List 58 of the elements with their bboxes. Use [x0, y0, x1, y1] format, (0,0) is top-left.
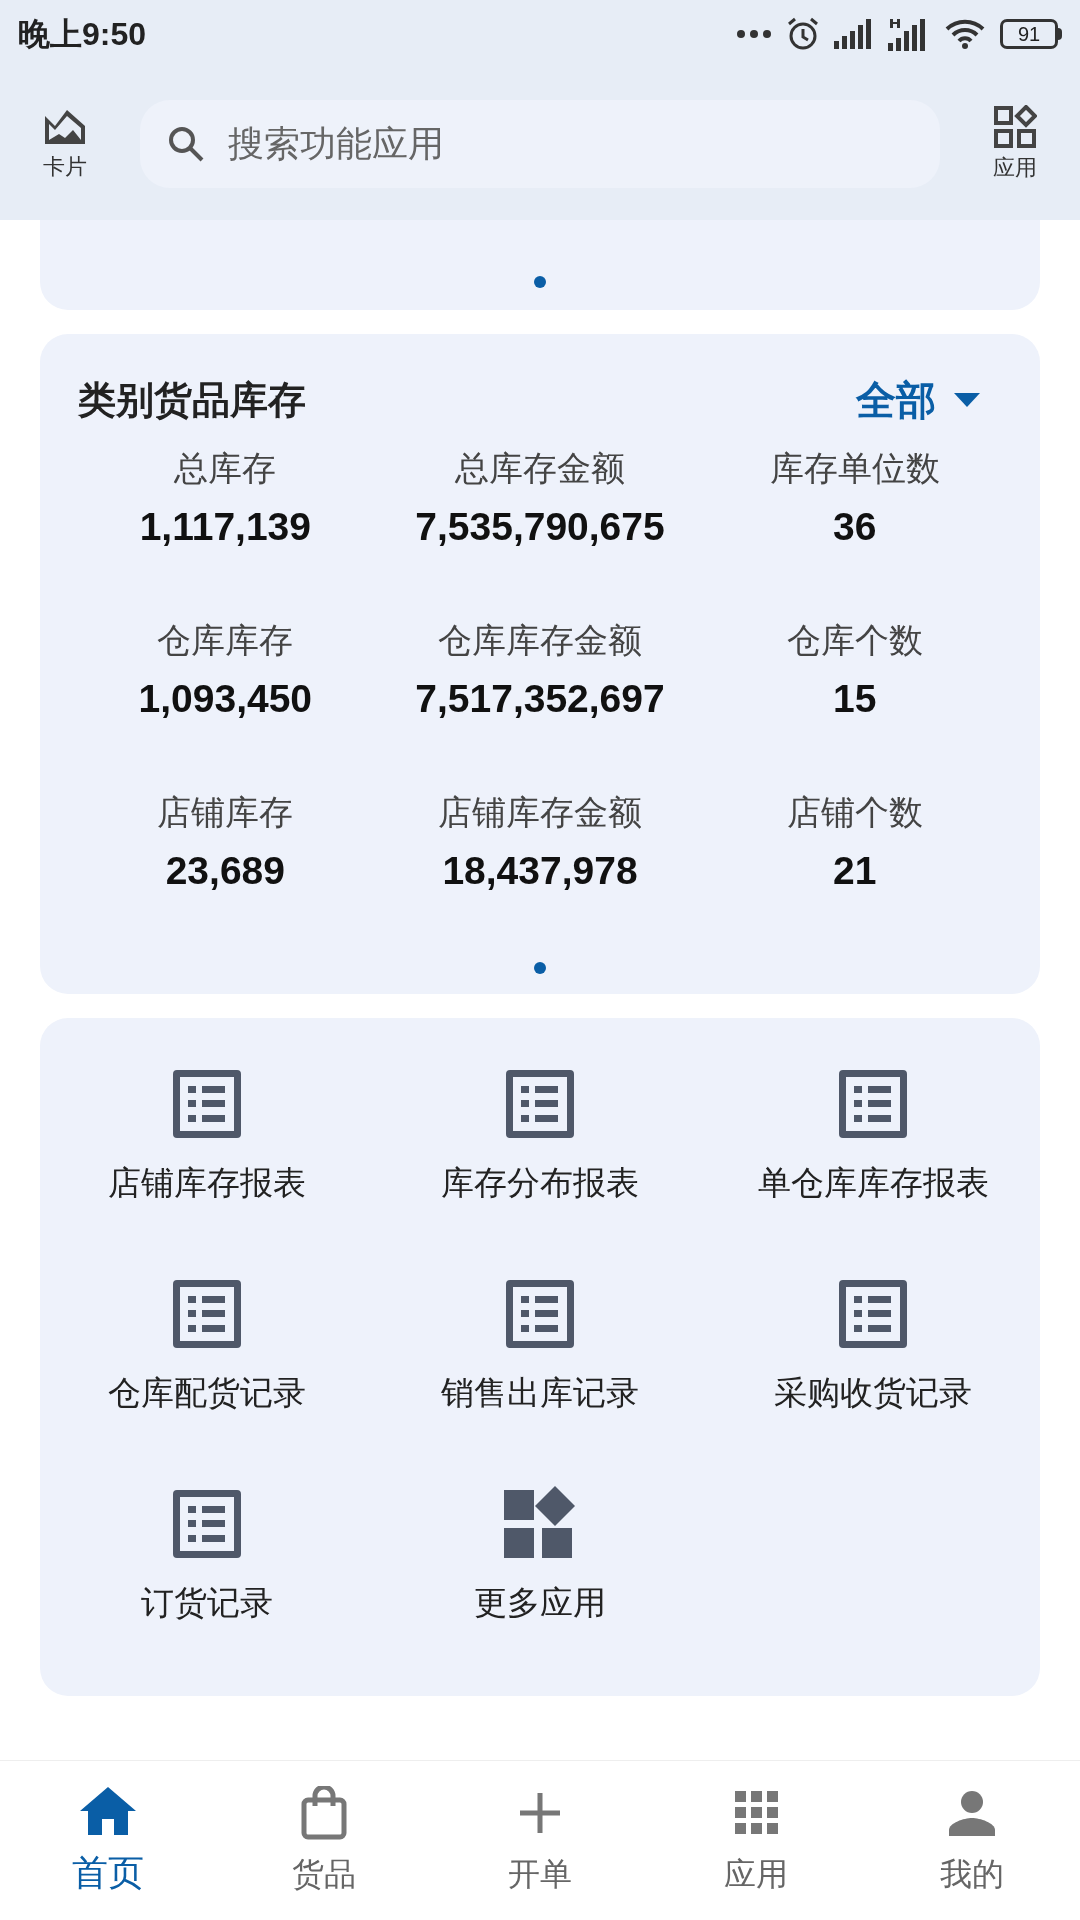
- app-shortcut[interactable]: 库存分布报表: [373, 1048, 707, 1258]
- stat-label: 店铺库存: [157, 792, 294, 833]
- widgets-icon: [504, 1486, 576, 1558]
- bag-icon: [301, 1785, 347, 1840]
- card-title: 类别货品库存: [78, 377, 306, 423]
- signal-icon: [834, 19, 874, 49]
- battery-level: 91: [1017, 24, 1041, 44]
- stat-value: 18,437,978: [442, 848, 638, 894]
- more-dots-icon: [736, 29, 772, 39]
- list-icon: [172, 1070, 241, 1138]
- stat-value: 1,117,139: [139, 504, 311, 550]
- apps-button[interactable]: 应用: [980, 104, 1050, 184]
- nav-tab[interactable]: 应用: [648, 1783, 864, 1898]
- app-shortcut[interactable]: 仓库配货记录: [40, 1258, 374, 1468]
- nav-tab[interactable]: 我的: [864, 1783, 1080, 1898]
- stat-label: 库存单位数: [769, 448, 940, 489]
- list-icon: [172, 1490, 241, 1558]
- stat-label: 仓库库存: [157, 620, 294, 661]
- wifi-icon: [944, 18, 986, 50]
- nav-tab[interactable]: 开单: [432, 1783, 648, 1898]
- stat-value: 36: [832, 504, 877, 550]
- stat-label: 店铺个数: [786, 792, 923, 833]
- plus-icon: [520, 1792, 560, 1833]
- stat-value: 21: [832, 848, 877, 894]
- person-icon: [949, 1789, 995, 1836]
- apps-grid-icon: [993, 104, 1037, 149]
- status-time: 晚上9:50: [18, 15, 147, 54]
- grid-icon: [734, 1791, 778, 1834]
- cards-button[interactable]: 卡片: [30, 105, 100, 183]
- list-icon: [839, 1070, 908, 1138]
- stat-value: 7,535,790,675: [415, 504, 665, 550]
- home-icon: [80, 1786, 136, 1835]
- nav-tab[interactable]: 首页: [0, 1781, 216, 1900]
- stat-value: 7,517,352,697: [415, 676, 665, 722]
- list-icon: [506, 1070, 574, 1138]
- stat-value: 1,093,450: [138, 676, 313, 722]
- list-icon: [839, 1280, 908, 1348]
- alarm-icon: [786, 17, 820, 51]
- stat-value: 15: [832, 676, 877, 722]
- stat-label: 总库存金额: [455, 448, 625, 489]
- stat-label: 仓库库存金额: [438, 620, 642, 661]
- search-icon: [168, 126, 204, 162]
- stat-value: 23,689: [165, 848, 285, 894]
- list-icon: [172, 1280, 241, 1348]
- app-shortcut[interactable]: 销售出库记录: [373, 1258, 707, 1468]
- nav-tab[interactable]: 货品: [216, 1783, 432, 1898]
- stat-label: 总库存: [174, 448, 277, 489]
- filter-dropdown[interactable]: 全部: [856, 370, 980, 430]
- app-shortcut[interactable]: 单仓库库存报表: [706, 1048, 1040, 1258]
- app-shortcut[interactable]: 订货记录: [40, 1468, 374, 1678]
- app-shortcut[interactable]: 店铺库存报表: [40, 1048, 374, 1258]
- list-icon: [506, 1280, 574, 1348]
- stat-label: 仓库个数: [786, 620, 923, 661]
- app-shortcut[interactable]: 更多应用: [373, 1468, 707, 1678]
- app-shortcut[interactable]: 采购收货记录: [706, 1258, 1040, 1468]
- caret-icon: [954, 393, 980, 407]
- search-field[interactable]: 搜索功能应用: [140, 100, 940, 188]
- stat-label: 店铺库存金额: [438, 792, 642, 833]
